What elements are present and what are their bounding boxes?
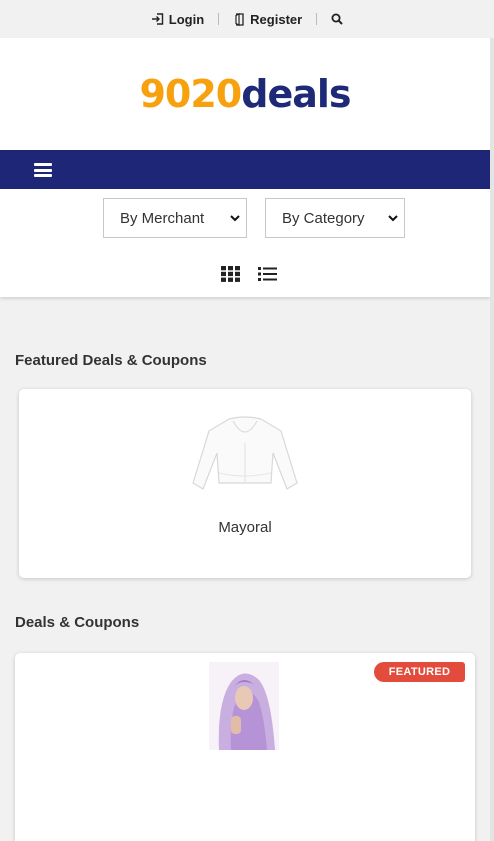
hamburger-icon[interactable] [34,163,52,177]
deal-card[interactable]: FEATURED [15,653,475,841]
header-logo-area: 9020deals [0,38,490,150]
login-label: Login [168,11,205,27]
top-utility-bar: Login Register [0,0,494,38]
register-link[interactable]: Register [233,12,302,27]
logo-word: deals [241,72,351,116]
category-select[interactable]: By Category [265,198,405,238]
featured-badge: FEATURED [374,662,465,682]
category-select-value: By Category [282,209,365,227]
featured-section-title: Featured Deals & Coupons [15,352,207,369]
login-icon [151,13,163,25]
search-icon [331,13,343,25]
chevron-down-icon [382,214,404,222]
divider [316,13,318,25]
register-label: Register [250,11,303,27]
featured-deal-card[interactable]: Mayoral [19,389,471,578]
list-view-icon[interactable] [258,266,277,282]
chevron-down-icon [224,214,246,222]
merchant-name: Mayoral [218,519,272,536]
merchant-select[interactable]: By Merchant [103,198,247,238]
scrollbar[interactable] [490,38,494,841]
white-cardigan-image [189,413,301,493]
lilac-hijab-image [209,662,279,750]
divider [218,13,220,25]
grid-view-icon[interactable] [221,266,240,282]
filter-panel: By Merchant By Category [0,189,490,297]
main-navbar [0,150,490,189]
deals-section-title: Deals & Coupons [15,614,140,631]
site-logo[interactable]: 9020deals [139,72,351,116]
logo-number: 9020 [139,72,242,116]
register-icon [235,12,244,26]
merchant-select-value: By Merchant [120,209,205,227]
search-button[interactable] [331,13,343,25]
login-link[interactable]: Login [151,12,204,27]
